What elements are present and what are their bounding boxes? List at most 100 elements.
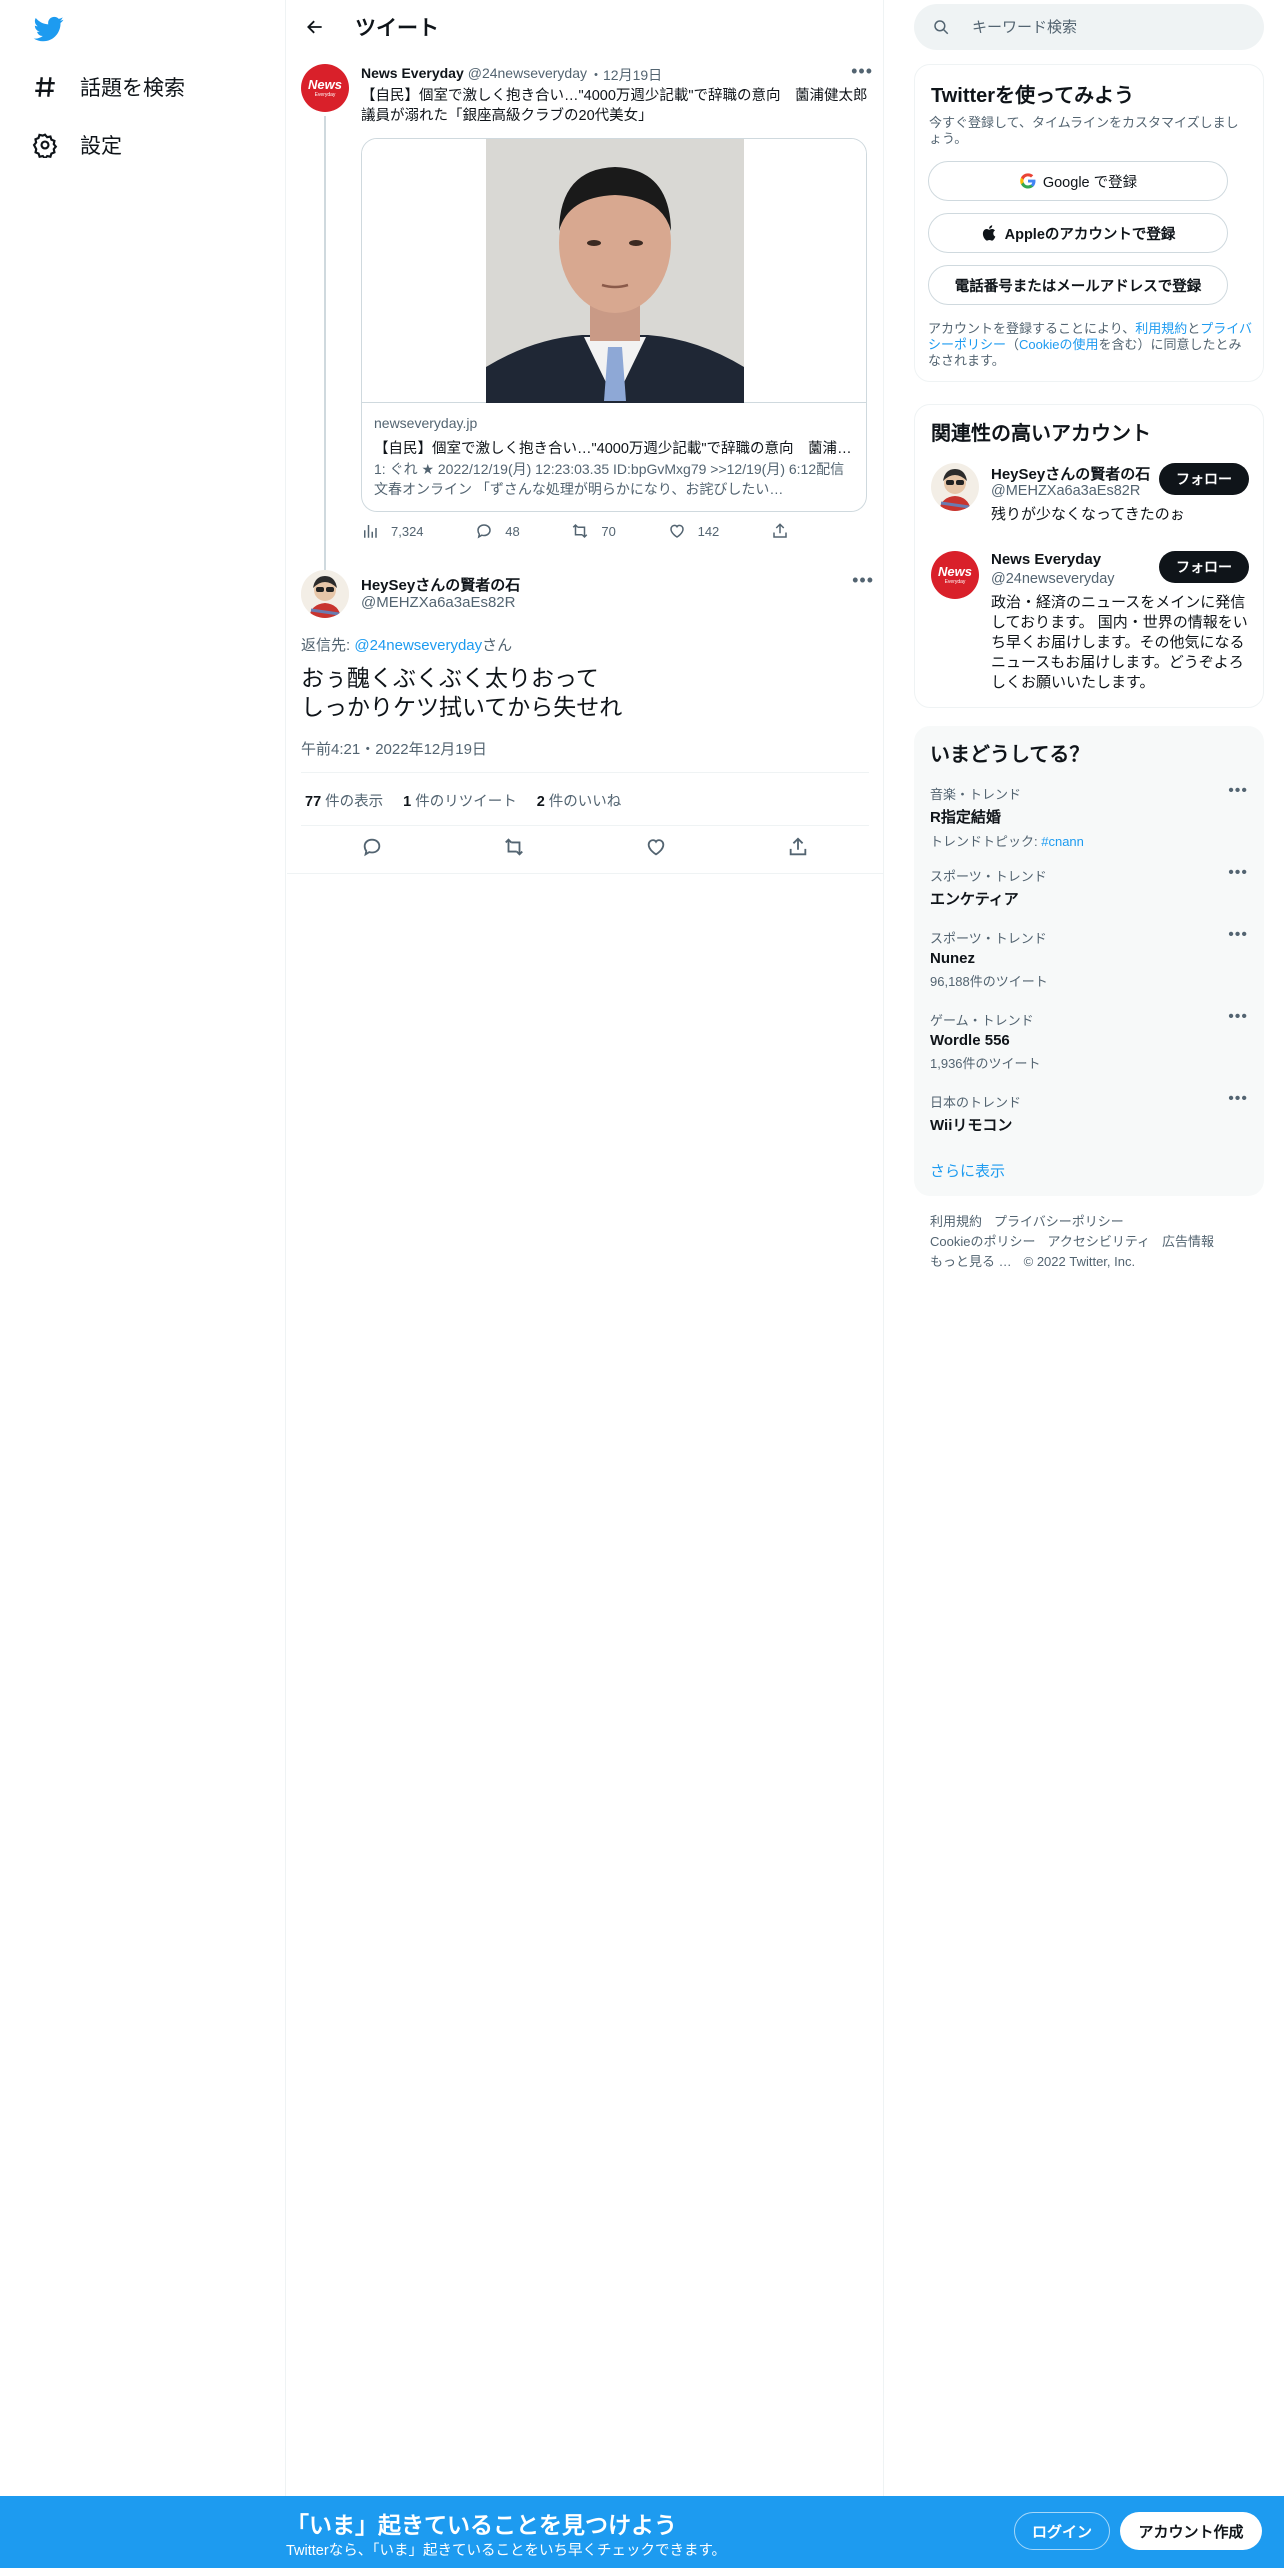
cookie-link[interactable]: Cookieの使用	[1019, 337, 1098, 352]
more-icon[interactable]: •••	[1228, 1008, 1248, 1026]
search-input[interactable]	[972, 18, 1232, 36]
reply-button[interactable]: 48	[475, 522, 520, 540]
author-handle[interactable]: @24newseveryday	[468, 65, 587, 85]
footer-links: 利用規約 プライバシーポリシー Cookieのポリシー アクセシビリティ 広告情報 も…	[930, 1212, 1250, 1272]
search-icon	[934, 20, 949, 35]
trend-item[interactable]: 音楽・トレンド R指定結婚 トレンドトピック: #cnann •••	[930, 782, 1248, 850]
nav-item-settings[interactable]: 設定	[32, 125, 122, 165]
retweet-button[interactable]: 70	[571, 522, 616, 540]
signup-subtitle: 今すぐ登録して、タイムラインをカスタマイズしましょう。	[929, 115, 1239, 146]
bottom-bar-subtitle: Twitterなら、「いま」起きていることをいち早くチェックできます。	[286, 2543, 726, 2559]
avatar-image	[301, 570, 349, 618]
like-button[interactable]	[645, 836, 667, 863]
likes-stat[interactable]: 2 件のいいね	[537, 790, 622, 811]
avatar-text: News	[308, 77, 342, 92]
account-name[interactable]: News Everyday	[991, 551, 1151, 568]
divider	[287, 873, 884, 874]
avatar-subtext: Everyday	[314, 92, 336, 98]
main-column: ツイート News Everyday News Everyday @24news…	[287, 0, 884, 2568]
trend-item[interactable]: スポーツ・トレンド Nunez 96,188件のツイート •••	[930, 926, 1248, 990]
more-icon[interactable]: •••	[1228, 782, 1248, 800]
tweet-date[interactable]: ・12月19日	[589, 65, 662, 85]
apple-signup-button[interactable]: Appleのアカウントで登録	[928, 213, 1228, 253]
trend-sub: 1,936件のツイート	[930, 1056, 1041, 1071]
trend-category: ゲーム・トレンド	[930, 1013, 1034, 1028]
trends-panel: いまどうしてる？ 音楽・トレンド R指定結婚 トレンドトピック: #cnann …	[914, 726, 1264, 1196]
card-description: 1: ぐれ ★ 2022/12/19(月) 12:23:03.35 ID:bpG…	[374, 461, 845, 497]
tweet-timestamp[interactable]: 午前4:21・2022年12月19日	[301, 738, 487, 759]
card-domain: newseveryday.jp	[374, 415, 478, 431]
share-button[interactable]	[771, 522, 801, 540]
avatar[interactable]: News Everyday	[301, 64, 349, 112]
card-image	[362, 139, 866, 403]
views-stat: 77 件の表示	[305, 794, 384, 810]
trend-sub: トレンドトピック: #cnann	[930, 834, 1084, 849]
more-icon[interactable]: •••	[1228, 1090, 1248, 1108]
like-count: 142	[697, 523, 720, 539]
more-icon[interactable]: •••	[852, 570, 874, 591]
hashtag-icon	[32, 74, 58, 100]
footer-link[interactable]: アクセシビリティ	[1047, 1234, 1150, 1249]
tweet-actions	[301, 836, 869, 863]
account-name[interactable]: HeySeyさんの賢者の石	[991, 463, 1151, 484]
trend-hashtag-link[interactable]: #cnann	[1041, 834, 1084, 849]
create-account-button[interactable]: アカウント作成	[1120, 2512, 1262, 2550]
reply-suffix: さん	[482, 637, 513, 654]
reply-to: 返信先: @24newseverydayさん	[301, 634, 512, 655]
more-icon[interactable]: •••	[851, 61, 873, 82]
retweet-button[interactable]	[503, 836, 525, 863]
avatar[interactable]	[301, 570, 349, 618]
account-bio: 残りが少なくなってきたのぉ	[991, 506, 1185, 523]
search-bar[interactable]	[914, 4, 1264, 50]
retweet-icon	[505, 838, 523, 856]
author-name[interactable]: News Everyday	[361, 65, 464, 85]
retweets-stat[interactable]: 1 件のリツイート	[403, 790, 517, 811]
share-button[interactable]	[787, 836, 809, 863]
show-more-link[interactable]: さらに表示	[930, 1160, 1005, 1181]
more-icon[interactable]: •••	[1228, 864, 1248, 882]
footer-link[interactable]: Cookieのポリシー	[930, 1234, 1035, 1249]
author-name[interactable]: HeySeyさんの賢者の石	[361, 574, 520, 595]
avatar[interactable]	[931, 463, 979, 511]
google-signup-button[interactable]: Google で登録	[928, 161, 1228, 201]
trend-category: スポーツ・トレンド	[930, 931, 1047, 946]
footer-link[interactable]: プライバシーポリシー	[994, 1214, 1124, 1229]
copyright: © 2022 Twitter, Inc.	[1023, 1254, 1136, 1269]
views-button[interactable]: 7,324	[361, 522, 424, 540]
twitter-logo-icon[interactable]	[32, 14, 66, 44]
terms-link[interactable]: 利用規約	[1135, 321, 1187, 336]
author-handle[interactable]: @MEHZXa6a3aEs82R	[361, 594, 515, 611]
link-card[interactable]: newseveryday.jp 【自民】個室で激しく抱き合い…"4000万週少記…	[361, 138, 867, 512]
footer-more-link[interactable]: もっと見る …	[930, 1254, 1012, 1269]
tweet-text-line: おぅ醜くぶくぶく太りおって	[301, 665, 599, 691]
avatar[interactable]: News Everyday	[931, 551, 979, 599]
footer-link[interactable]: 利用規約	[930, 1214, 982, 1229]
related-accounts-panel: 関連性の高いアカウント HeySeyさんの賢者の石 @MEHZXa6a3aEs8…	[914, 404, 1264, 708]
bottom-bar-title: 「いま」起きていることを見つけよう	[286, 2512, 677, 2538]
thread-line	[324, 116, 326, 596]
login-button[interactable]: ログイン	[1014, 2512, 1110, 2550]
retweet-count: 70	[601, 523, 616, 539]
heart-icon	[669, 524, 684, 538]
trend-item[interactable]: ゲーム・トレンド Wordle 556 1,936件のツイート •••	[930, 1008, 1248, 1072]
nav-item-explore[interactable]: 話題を検索	[32, 67, 185, 107]
reply-button[interactable]	[361, 836, 383, 863]
trend-item[interactable]: 日本のトレンド Wiiリモコン •••	[930, 1090, 1248, 1135]
tweet-actions: 7,324 48 70 142	[361, 522, 801, 540]
footer-link[interactable]: 広告情報	[1162, 1234, 1214, 1249]
back-button[interactable]	[295, 7, 335, 47]
follow-button[interactable]: フォロー	[1159, 463, 1249, 495]
trend-name: エンケティア	[930, 891, 1019, 908]
portrait-image	[486, 139, 744, 403]
like-button[interactable]: 142	[668, 522, 720, 540]
trend-item[interactable]: スポーツ・トレンド エンケティア •••	[930, 864, 1248, 909]
follow-button[interactable]: フォロー	[1159, 551, 1249, 583]
phone-email-signup-button[interactable]: 電話番号またはメールアドレスで登録	[928, 265, 1228, 305]
reply-mention-link[interactable]: @24newseveryday	[354, 637, 482, 654]
account-handle: @MEHZXa6a3aEs82R	[991, 483, 1141, 499]
reply-icon	[477, 524, 492, 539]
share-icon	[789, 837, 807, 856]
google-icon	[1020, 173, 1036, 189]
more-icon[interactable]: •••	[1228, 926, 1248, 944]
reply-count: 48	[505, 523, 520, 539]
